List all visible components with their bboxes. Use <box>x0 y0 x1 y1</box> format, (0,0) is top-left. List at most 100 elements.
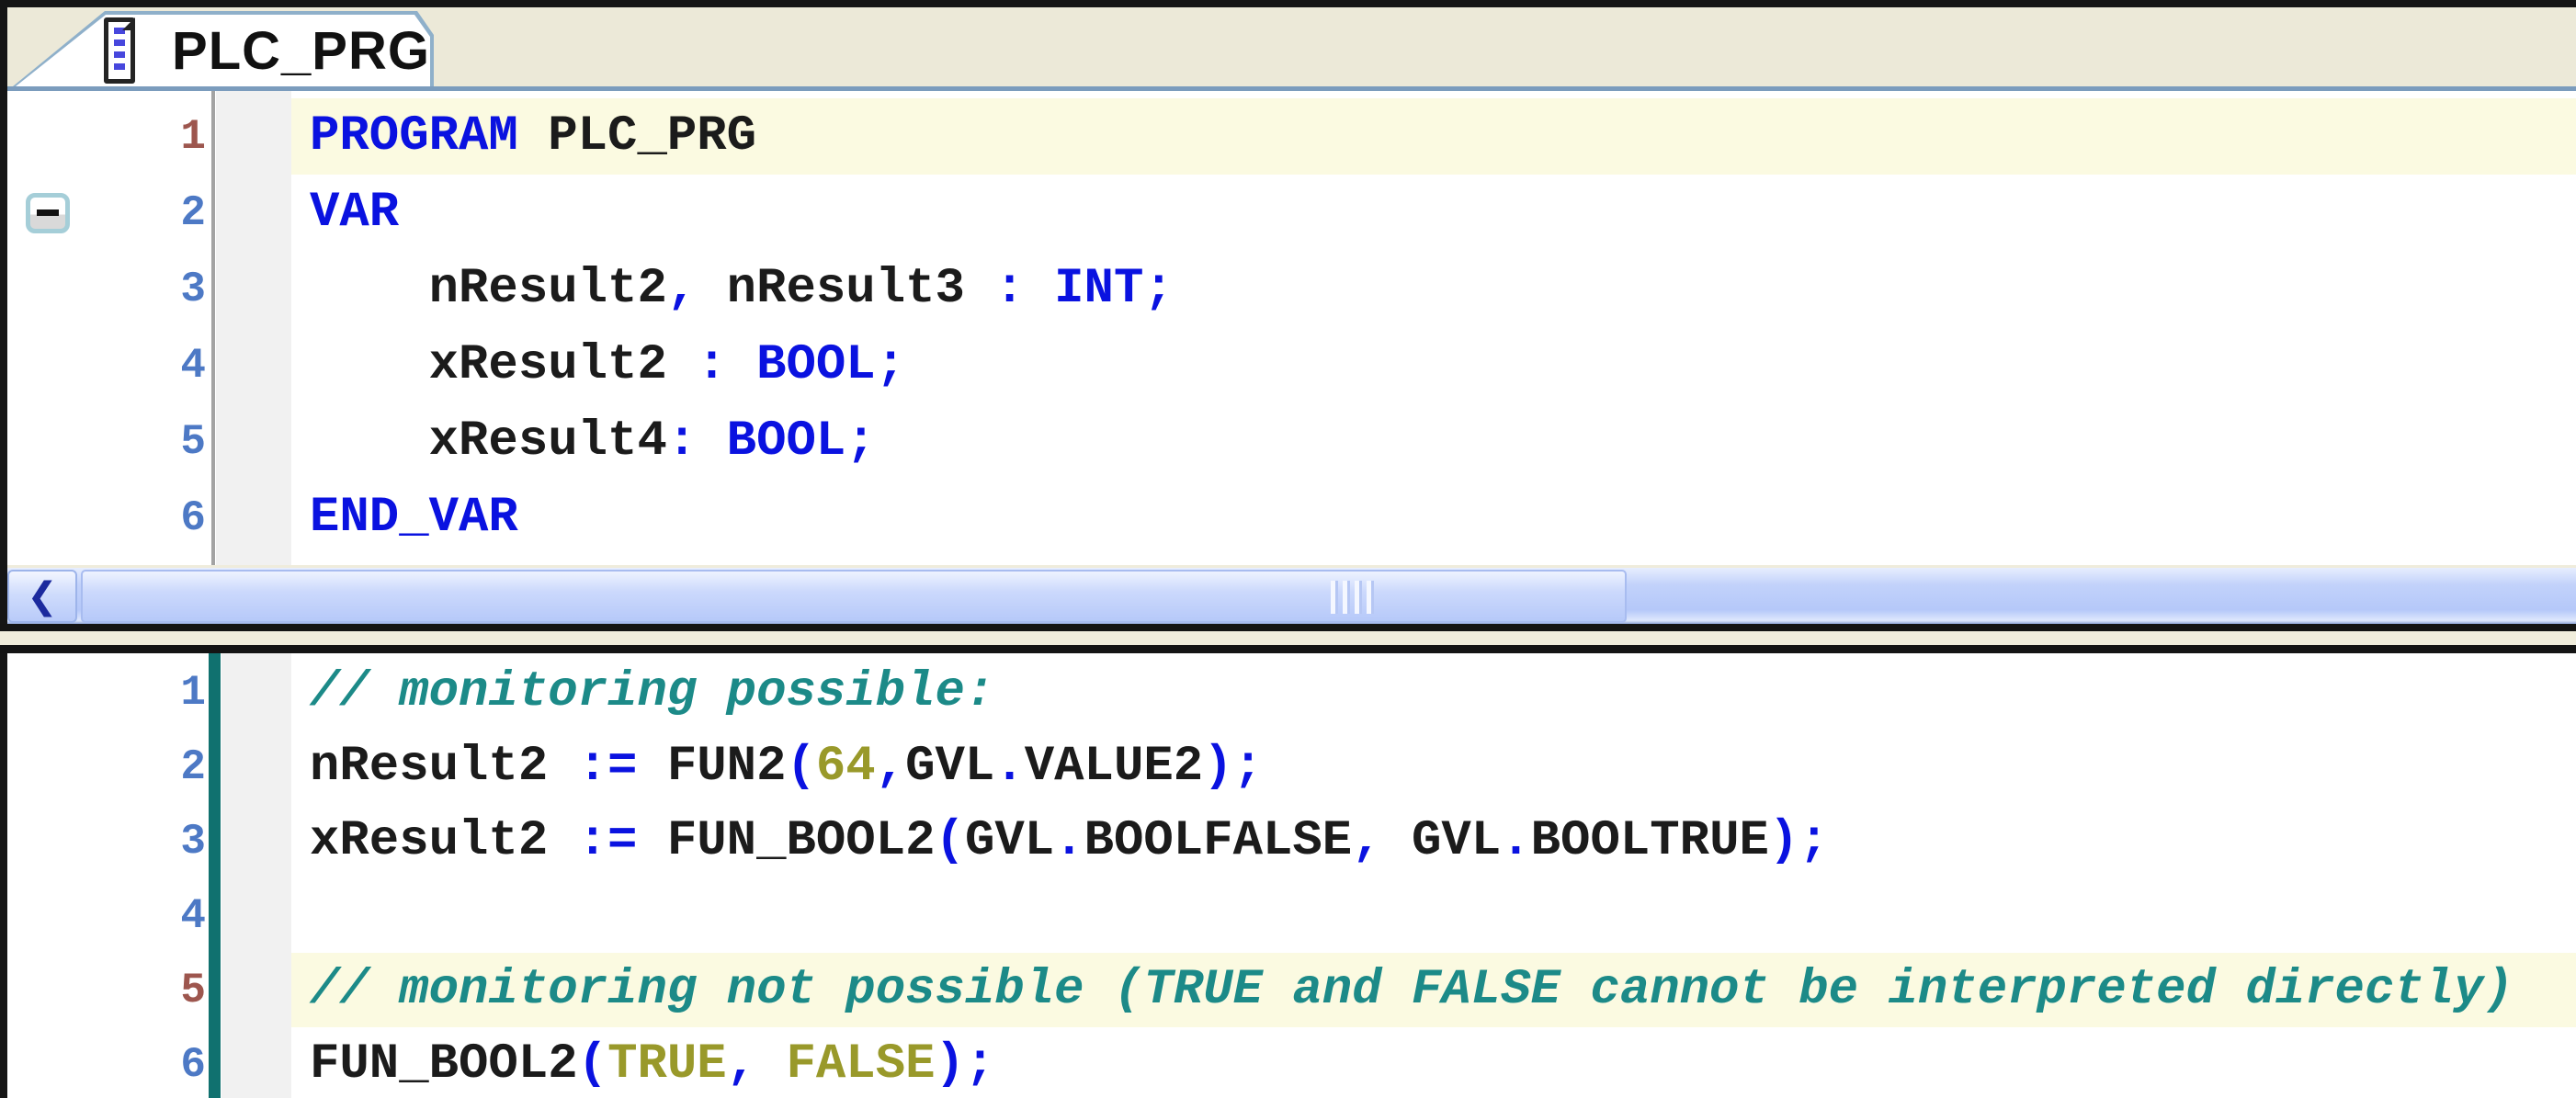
declaration-editor[interactable]: 1PROGRAM PLC_PRG2VAR3 nResult2, nResult3… <box>7 91 2576 565</box>
fold-margin <box>7 804 92 878</box>
code-line[interactable]: VAR <box>291 175 2576 251</box>
code-token-plain: FUN_BOOL2 <box>310 1036 578 1092</box>
code-token-plain: xResult2 <box>310 337 697 393</box>
line-number: 4 <box>92 878 211 953</box>
code-token-comment: // monitoring not possible (TRUE and FAL… <box>310 962 2514 1018</box>
editor-row: 1 PROGRAM PLC_PRG <box>7 98 2576 175</box>
editor-row: 2nResult2 := FUN2(64,GVL.VALUE2); <box>7 730 2576 804</box>
plc-editor-window: PLC_PRG 1PROGRAM PLC_PRG2VAR3 nResult2, … <box>0 0 2576 1098</box>
fold-margin <box>7 1027 92 1098</box>
code-token-punct: : <box>994 261 1024 317</box>
scrollbar-thumb[interactable] <box>81 570 1627 623</box>
code-token-plain: nResult2 <box>310 739 578 795</box>
code-token-plain: GVL <box>965 813 1054 869</box>
fold-margin <box>7 878 92 953</box>
collapse-toggle-icon[interactable] <box>26 193 70 233</box>
code-token-punct: ( <box>578 1036 607 1092</box>
line-number: 3 <box>92 804 211 878</box>
code-line[interactable]: END_VAR <box>291 480 2576 556</box>
line-number: 6 <box>92 1027 211 1098</box>
code-line[interactable]: // monitoring not possible (TRUE and FAL… <box>291 953 2576 1027</box>
code-token-literal: FALSE <box>787 1036 936 1092</box>
code-token-plain: VALUE2 <box>1025 739 1203 795</box>
code-token-punct: ; <box>876 337 905 393</box>
code-line[interactable]: // monitoring possible: <box>291 655 2576 730</box>
code-token-keyword: PROGRAM <box>310 108 518 164</box>
code-token-literal: TRUE <box>607 1036 727 1092</box>
code-token-punct: ; <box>845 413 875 470</box>
editor-row: 2VAR <box>7 175 2576 251</box>
code-token-keyword: END_VAR <box>310 490 518 546</box>
document-icon <box>104 17 135 84</box>
line-number: 5 <box>92 953 211 1027</box>
scrollbar-grip-icon[interactable] <box>1331 581 1379 614</box>
code-line[interactable] <box>291 878 2576 953</box>
editor-row: 1// monitoring possible: <box>7 655 2576 730</box>
code-token-comment: // monitoring possible: <box>310 664 994 720</box>
fold-margin <box>7 327 92 403</box>
code-line[interactable]: FUN_BOOL2(TRUE, FALSE); <box>291 1027 2576 1098</box>
code-token-keyword: INT <box>1025 261 1144 317</box>
code-token-punct: ( <box>936 813 965 869</box>
code-token-punct: ; <box>1233 739 1263 795</box>
code-line[interactable]: xResult2 : BOOL; <box>291 327 2576 403</box>
code-token-punct: ) <box>1203 739 1232 795</box>
code-token-punct: . <box>1501 813 1530 869</box>
code-token-punct: , <box>876 739 905 795</box>
line-number: 6 <box>92 480 211 556</box>
fold-margin <box>7 730 92 804</box>
window-border-top <box>0 0 2576 7</box>
editor-row: 6 FUN_BOOL2(TRUE, FALSE); <box>7 1027 2576 1098</box>
code-line[interactable]: nResult2 := FUN2(64,GVL.VALUE2); <box>291 730 2576 804</box>
document-icon-lines <box>114 28 125 72</box>
minus-glyph <box>37 209 59 216</box>
code-line[interactable]: xResult2 := FUN_BOOL2(GVL.BOOLFALSE, GVL… <box>291 804 2576 878</box>
code-token-punct: := <box>578 813 638 869</box>
fold-margin <box>7 953 92 1027</box>
editor-row: 3 nResult2, nResult3 : INT; <box>7 251 2576 327</box>
code-token-plain: xResult2 <box>310 813 578 869</box>
editor-row: 6 END_VAR <box>7 480 2576 556</box>
editor-row: 3 xResult2 := FUN_BOOL2(GVL.BOOLFALSE, GV… <box>7 804 2576 878</box>
fold-margin <box>7 480 92 556</box>
scroll-left-button[interactable]: ❮ <box>7 570 77 623</box>
code-token-plain: BOOLTRUE <box>1531 813 1769 869</box>
fold-margin <box>7 98 92 175</box>
line-number: 5 <box>92 403 211 480</box>
chevron-left-icon: ❮ <box>27 578 58 615</box>
line-number: 1 <box>92 98 211 175</box>
implementation-editor[interactable]: 1// monitoring possible:2nResult2 := FUN… <box>7 653 2576 1098</box>
splitter-handle[interactable] <box>0 624 2576 653</box>
code-token-plain: FUN2 <box>637 739 786 795</box>
code-token-plain: nResult3 <box>697 261 994 317</box>
document-icon-fold <box>122 17 135 30</box>
code-line[interactable]: xResult4: BOOL; <box>291 403 2576 480</box>
code-token-plain: GVL <box>1412 813 1501 869</box>
editor-row: 4 <box>7 878 2576 953</box>
fold-margin <box>7 403 92 480</box>
tab-bar: PLC_PRG <box>7 7 2576 91</box>
code-token-keyword: VAR <box>310 185 399 241</box>
code-line[interactable]: nResult2, nResult3 : INT; <box>291 251 2576 327</box>
fold-margin <box>7 655 92 730</box>
editor-row: 5 xResult4: BOOL; <box>7 403 2576 480</box>
code-line[interactable]: PROGRAM PLC_PRG <box>291 98 2576 175</box>
tab-plc-prg-surface[interactable]: PLC_PRG <box>16 15 430 86</box>
code-token-punct: := <box>578 739 638 795</box>
editor-row: 5 // monitoring not possible (TRUE and FA… <box>7 953 2576 1027</box>
code-token-punct: ( <box>787 739 816 795</box>
code-token-keyword: BOOL <box>697 413 845 470</box>
horizontal-scrollbar[interactable]: ❮ <box>7 565 2576 624</box>
code-token-plain: xResult4 <box>310 413 667 470</box>
code-token-punct: ; <box>1143 261 1173 317</box>
code-token-punct: , <box>1352 813 1412 869</box>
tab-label: PLC_PRG <box>172 20 430 82</box>
code-token-punct: ) <box>1769 813 1799 869</box>
tab-plc-prg[interactable]: PLC_PRG <box>13 11 434 86</box>
code-token-punct: ; <box>1799 813 1828 869</box>
code-token-punct: ; <box>965 1036 994 1092</box>
line-number: 3 <box>92 251 211 327</box>
line-number: 4 <box>92 327 211 403</box>
code-token-plain: PLC_PRG <box>518 108 756 164</box>
code-token-plain: nResult2 <box>310 261 667 317</box>
